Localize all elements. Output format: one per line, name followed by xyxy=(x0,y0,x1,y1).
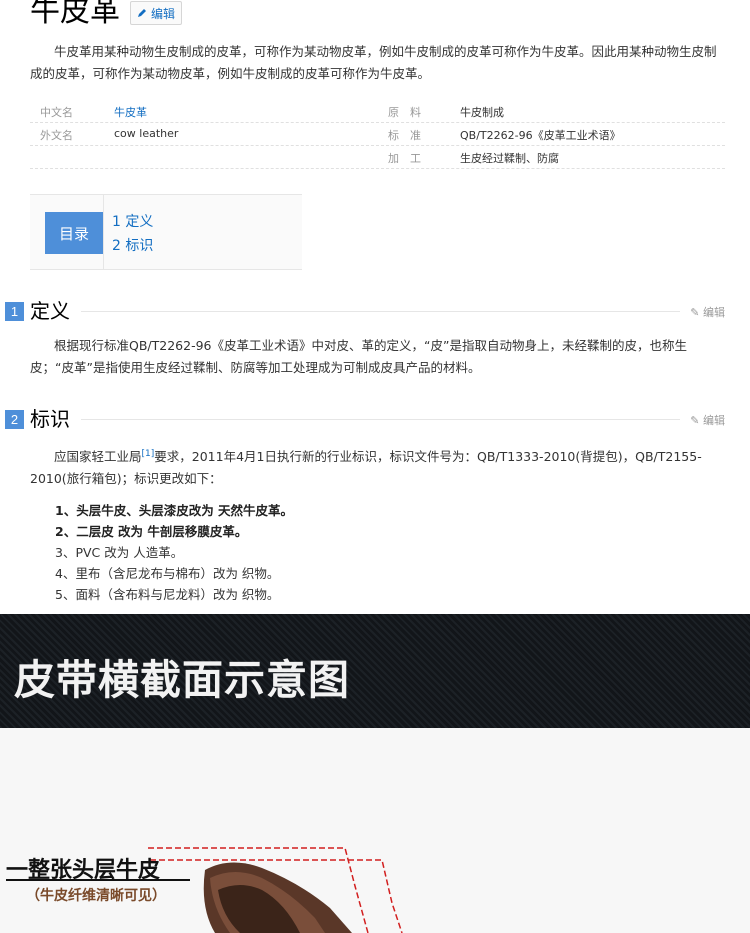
toc-item-definition[interactable]: 1 定义 xyxy=(112,211,153,231)
infobox-key: 原 料 xyxy=(388,106,421,119)
table-of-contents: 目录 1 定义 2 标识 xyxy=(30,194,302,270)
infobox-value: QB/T2262-96《皮革工业术语》 xyxy=(460,129,621,142)
section-edit-link[interactable]: ✎ 编辑 xyxy=(690,412,725,428)
list-item: 3、PVC 改为 人造革。 xyxy=(55,545,184,560)
definition-paragraph: 根据现行标准QB/T2262-96《皮革工业术语》中对皮、革的定义，“皮”是指取… xyxy=(30,338,687,375)
toc-label: 目录 xyxy=(45,212,103,254)
marking-paragraph: 应国家轻工业局[1]要求，2011年4月1日执行新的行业标识，标识文件号为：QB… xyxy=(30,443,720,490)
section-number: 1 xyxy=(5,302,24,321)
section-divider xyxy=(81,419,680,420)
infobox-row: 加 工 生皮经过鞣制、防腐 xyxy=(30,146,725,169)
reference-link[interactable]: [1] xyxy=(142,449,155,459)
infobox-value: cow leather xyxy=(114,127,179,140)
infobox-key: 标 准 xyxy=(388,129,421,142)
wiki-article: 牛皮革 编辑 牛皮革用某种动物生皮制成的皮革，可称作为某动物皮革，例如牛皮制成的… xyxy=(0,0,750,614)
section-title: 定义 xyxy=(30,299,70,323)
pencil-icon xyxy=(138,9,146,17)
banner: 皮带横截面示意图 xyxy=(0,614,750,728)
infobox-row: 中文名 牛皮革 原 料 牛皮制成 xyxy=(30,100,725,123)
section-edit-label: 编辑 xyxy=(703,306,725,319)
page-title: 牛皮革 xyxy=(30,0,120,29)
infobox-key: 中文名 xyxy=(40,106,73,119)
list-item: 5、面料（含布料与尼龙料）改为 织物。 xyxy=(55,587,280,602)
list-item: 4、里布（含尼龙布与棉布）改为 织物。 xyxy=(55,566,280,581)
section-heading-definition: 1 定义 ✎ 编辑 xyxy=(5,299,725,323)
cross-section-diagram: 一整张头层牛皮 （牛皮纤维清晰可见） xyxy=(0,728,750,933)
infobox-key: 加 工 xyxy=(388,152,421,165)
banner-title: 皮带横截面示意图 xyxy=(14,656,350,704)
edit-button-label: 编辑 xyxy=(151,6,176,21)
toc-item-marking[interactable]: 2 标识 xyxy=(112,235,153,255)
section-number: 2 xyxy=(5,410,24,429)
section-title: 标识 xyxy=(30,407,70,431)
edit-button[interactable]: 编辑 xyxy=(130,1,183,25)
marking-list: 1、头层牛皮、头层漆皮改为 天然牛皮革。 2、二层皮 改为 牛剖层移膜皮革。 3… xyxy=(55,500,293,605)
section-divider xyxy=(81,311,680,312)
toc-divider xyxy=(103,195,104,269)
infobox-key: 外文名 xyxy=(40,129,73,142)
infobox: 中文名 牛皮革 原 料 牛皮制成 外文名 cow leather 标 准 QB/… xyxy=(30,100,725,169)
section-edit-link[interactable]: ✎ 编辑 xyxy=(690,304,725,320)
section-edit-label: 编辑 xyxy=(703,414,725,427)
summary-paragraph: 牛皮革用某种动物生皮制成的皮革，可称作为某动物皮革，例如牛皮制成的皮革可称作为牛… xyxy=(30,44,717,81)
infobox-value-link[interactable]: 牛皮革 xyxy=(114,104,147,120)
label-sub: （牛皮纤维清晰可见） xyxy=(26,888,166,904)
section-heading-marking: 2 标识 ✎ 编辑 xyxy=(5,407,725,431)
label-main: 一整张头层牛皮 xyxy=(6,858,161,883)
infobox-row: 外文名 cow leather 标 准 QB/T2262-96《皮革工业术语》 xyxy=(30,123,725,146)
infobox-value: 生皮经过鞣制、防腐 xyxy=(460,152,559,165)
title-row: 牛皮革 编辑 xyxy=(30,0,183,30)
list-item: 1、头层牛皮、头层漆皮改为 天然牛皮革。 xyxy=(55,503,294,518)
list-item: 2、二层皮 改为 牛剖层移膜皮革。 xyxy=(55,524,248,539)
infobox-value: 牛皮制成 xyxy=(460,106,504,119)
marking-text-a: 应国家轻工业局 xyxy=(54,449,142,465)
